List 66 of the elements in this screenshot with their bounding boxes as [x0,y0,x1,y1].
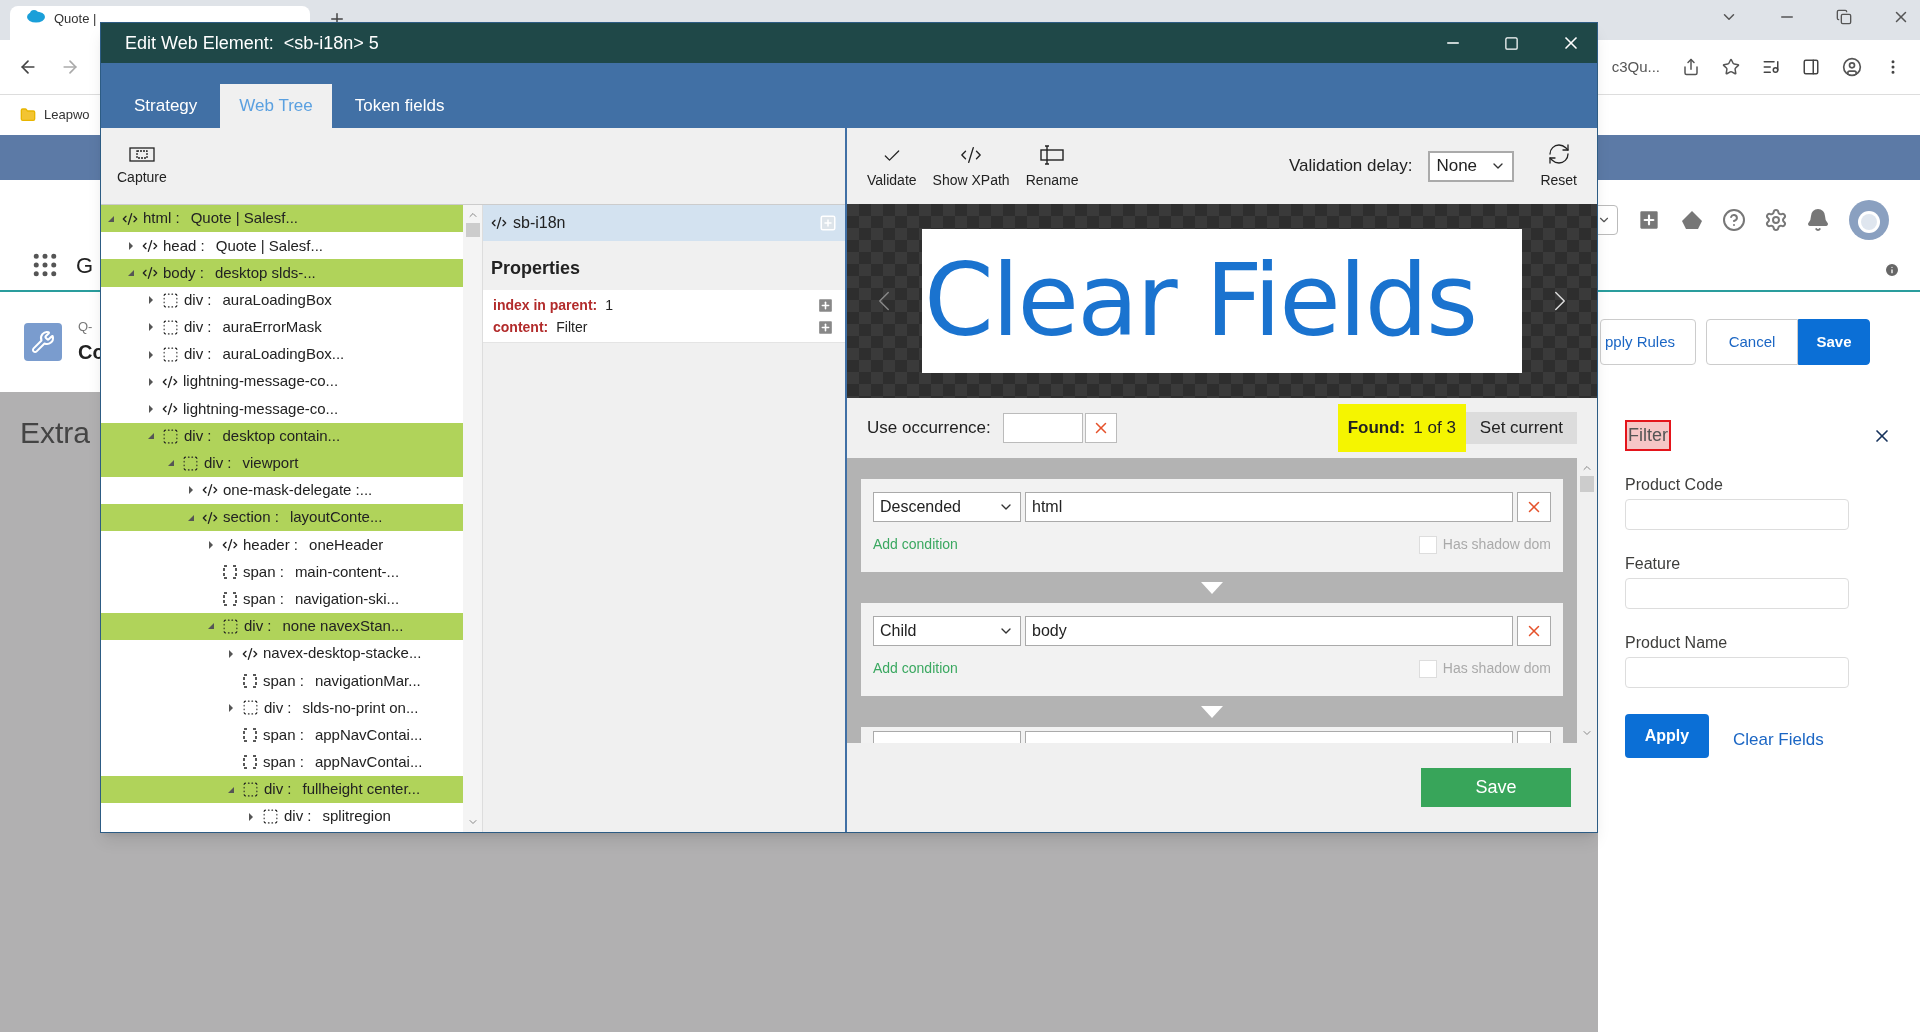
node-label: span : [263,724,304,745]
node-value: Quote | Salesf... [215,235,323,256]
node-label: navex-desktop-stacke... [263,643,422,664]
node-label: div : [184,425,212,446]
preview-text: Clear Fields [923,251,1477,351]
shadow-label: Has shadow dom [1442,535,1551,554]
node-value: none navexStan... [282,616,404,637]
node-value: oneHeader [309,534,384,555]
node-label: div : [264,779,292,800]
node-value: auraErrorMask [222,317,322,338]
node-label: div : [184,289,212,310]
node-label: body : [163,262,204,283]
node-value: auraLoadingBox... [222,344,345,365]
found-count: Found: 1 of 3 [1337,404,1466,452]
node-value: auraLoadingBox [222,289,332,310]
validation-delay-label: Validation delay: [1288,155,1413,178]
node-value: navigation-ski... [294,588,400,609]
node-value: slds-no-print on... [302,697,419,718]
node-label: header : [243,534,299,555]
node-label: div : [264,697,292,718]
node-value: layoutConte... [289,507,383,528]
shadow-label: Has shadow dom [1442,659,1551,678]
node-value: Quote | Salesf... [190,208,298,229]
select-value: Descended [880,497,961,517]
filter-title: Filter [1625,420,1671,451]
section-title: Extra [20,416,91,449]
node-value: splitregion [322,806,391,827]
node-value: appNavContai... [314,752,423,773]
node-label: html : [143,208,180,229]
node-label: span : [263,670,304,691]
node-label: div : [184,344,212,365]
node-value: main-content-... [294,561,400,582]
select-value: None [1436,155,1478,178]
node-label: section : [223,507,279,528]
property-name: content: [493,317,549,337]
field-label: Feature [1625,554,1682,574]
node-value: fullheight center... [302,779,421,800]
node-value: desktop slds-... [214,262,316,283]
field-label: Product Code [1625,475,1724,495]
node-value: viewport [242,453,299,474]
node-label: div : [204,453,232,474]
node-label: one-mask-delegate :... [223,480,373,501]
node-label: span : [263,752,304,773]
record-type: Q- [78,318,94,337]
node-value: appNavContai... [314,724,423,745]
window-title: Edit Web Element: <sb-i18n> 5 [125,31,379,55]
property-value: 1 [605,295,614,315]
node-value: desktop contain... [222,425,341,446]
field-label: Product Name [1625,633,1729,653]
node-label: head : [163,235,205,256]
property-name: index in parent: [493,295,598,315]
property-value: Filter [556,317,588,337]
node-label: div : [184,317,212,338]
element-tag: sb-i18n [513,211,566,235]
properties-heading: Properties [490,257,582,280]
node-label: span : [243,561,284,582]
node-label: lightning-message-co... [183,398,339,419]
occurrence-label: Use occurrence: [867,417,991,440]
node-label: div : [244,616,272,637]
node-label: lightning-message-co... [183,371,339,392]
node-label: span : [243,588,284,609]
app-name: G [76,251,94,280]
node-value: navigationMar... [314,670,421,691]
select-value: Child [880,621,917,641]
tab-title: Quote | [54,10,97,28]
node-label: div : [284,806,312,827]
